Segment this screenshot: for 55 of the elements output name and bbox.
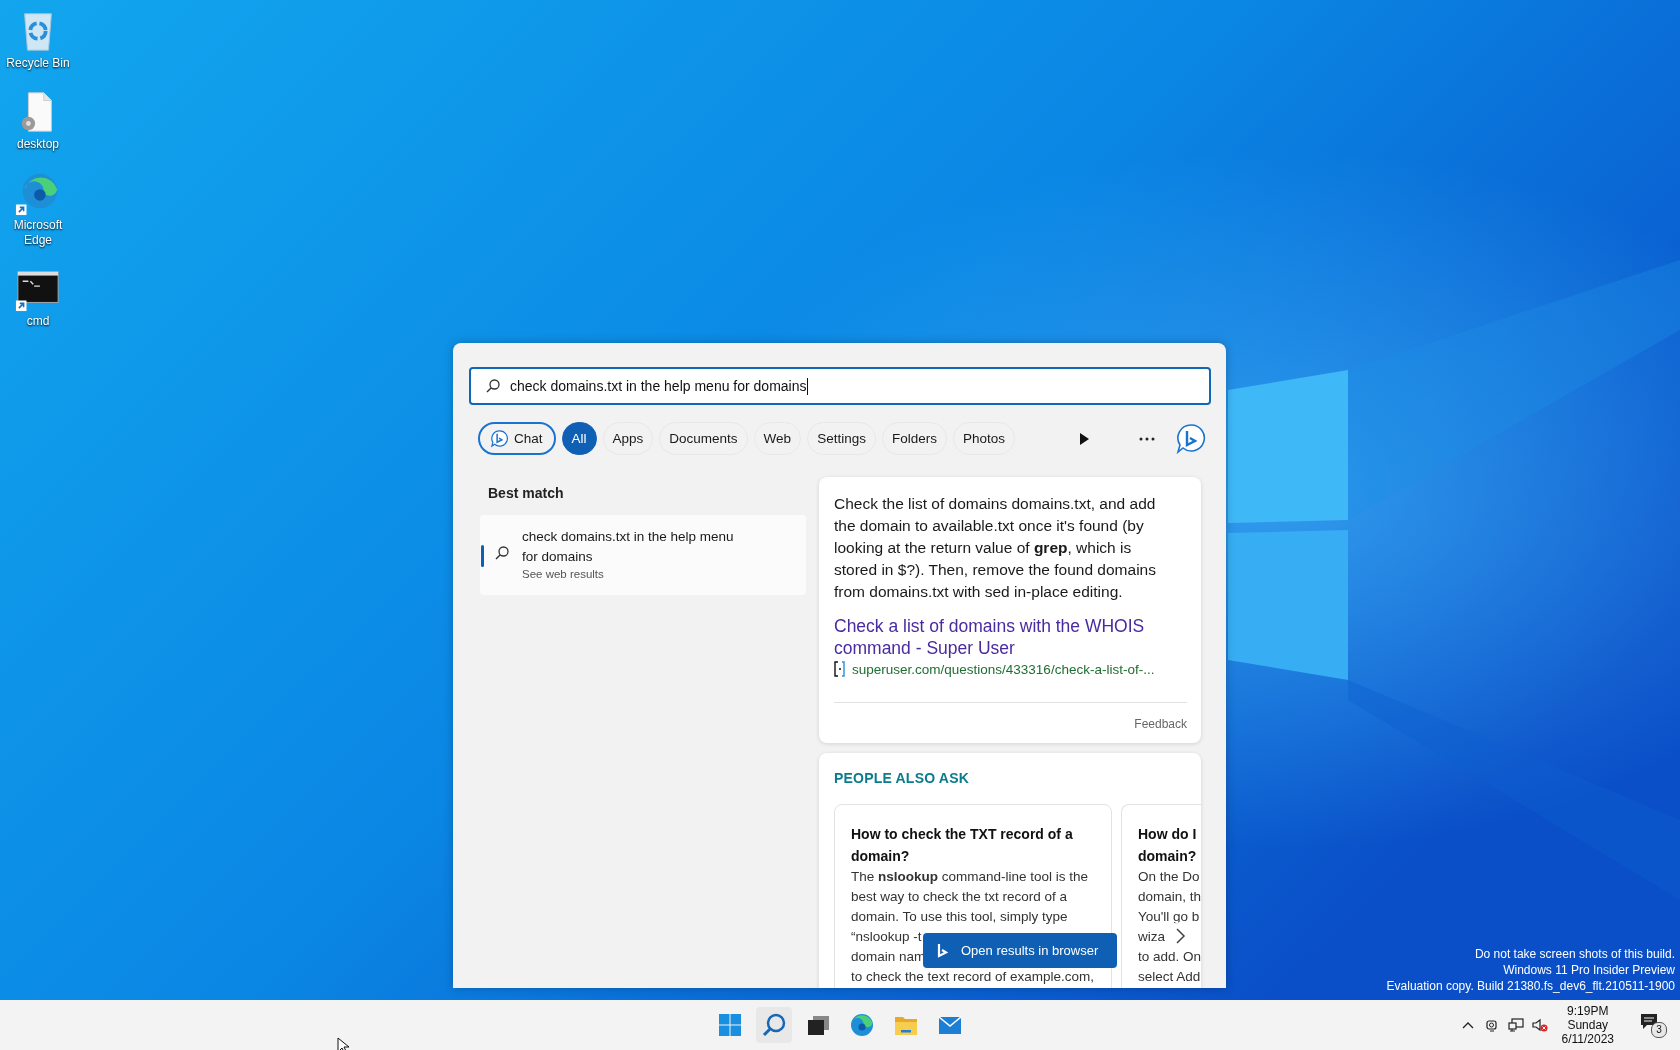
camera-icon[interactable] bbox=[1483, 1017, 1500, 1033]
answer-line: On the Do bbox=[1138, 868, 1200, 886]
watermark-text: Do not take screen shots of this build. bbox=[1474, 946, 1675, 962]
section-heading: PEOPLE ALSO ASK bbox=[834, 770, 970, 786]
watermark-text: Evaluation copy. Build 21380.fs_dev6_flt.210511-1900 bbox=[1386, 978, 1675, 994]
filter-tab[interactable]: All bbox=[561, 422, 597, 455]
result-link[interactable]: Check a list of domains with the WHOIS command - Super User bbox=[834, 615, 1171, 659]
chat-button[interactable]: Chat bbox=[478, 422, 556, 455]
icon-label: cmd bbox=[25, 314, 51, 329]
question-text: How do I bbox=[1138, 825, 1197, 844]
filter-tab[interactable]: Folders bbox=[881, 422, 947, 455]
notification-count: 3 bbox=[1651, 1022, 1667, 1038]
result-item[interactable]: check domains.txt in the help menu for domains See web results bbox=[480, 515, 806, 595]
volume-muted-icon[interactable] bbox=[1531, 1017, 1548, 1033]
question-text: domain? bbox=[851, 847, 910, 866]
icon-label: Microsoft Edge bbox=[12, 218, 64, 248]
open-in-browser-button[interactable]: Open results in browser bbox=[923, 933, 1117, 968]
answer-line: You'll go b bbox=[1138, 908, 1200, 926]
network-icon[interactable] bbox=[1507, 1017, 1524, 1033]
section-heading: Best match bbox=[488, 485, 565, 501]
answer-line: best way to check the txt record of a bbox=[851, 888, 1068, 906]
answer-line: The nslookup command-line tool is the bbox=[851, 868, 1089, 886]
icon-label: Recycle Bin bbox=[5, 56, 71, 71]
clock[interactable]: 9:19PM Sunday 6/11/2023 bbox=[1561, 1004, 1614, 1046]
question-text: How to check the TXT record of a bbox=[851, 825, 1073, 844]
answer-line: domain, th bbox=[1138, 888, 1201, 906]
filter-tab[interactable]: Web bbox=[753, 422, 802, 455]
answer-line: to add. On bbox=[1138, 948, 1201, 966]
answer-text: Check the list of domains domains.txt, and add the domain to available.txt once it's found (by looking at the return value of grep, which is stored in $?). Then, remove the found domains from domains.txt with sed in-place editing. bbox=[834, 494, 1157, 602]
result-title: check domains.txt in the help menu for domains bbox=[522, 528, 735, 566]
search-icon bbox=[485, 378, 501, 394]
chat-bubble-icon bbox=[490, 429, 509, 448]
filter-tab[interactable]: Photos bbox=[952, 422, 1015, 455]
feedback-link[interactable]: Feedback bbox=[1134, 717, 1187, 731]
answer-line: “nslookup -t bbox=[851, 928, 922, 946]
answer-line: domain. To use this tool, simply type bbox=[851, 908, 1068, 926]
search-icon[interactable] bbox=[756, 1007, 792, 1043]
answer-line: select Add bbox=[1138, 968, 1201, 986]
answer-line: to check the text record of example.com, bbox=[851, 968, 1095, 986]
icon-label: desktop bbox=[16, 137, 60, 152]
watermark-text: Windows 11 Pro Insider Preview bbox=[1503, 962, 1675, 978]
more-icon[interactable] bbox=[1139, 436, 1155, 441]
filter-tab[interactable]: Settings bbox=[807, 422, 876, 455]
play-icon[interactable] bbox=[1079, 432, 1089, 445]
bing-logo-icon bbox=[937, 942, 949, 959]
chat-bubble-icon[interactable] bbox=[1175, 422, 1207, 455]
search-field[interactable]: check domains.txt in the help menu for domains bbox=[469, 367, 1211, 405]
question-text: domain? bbox=[1138, 847, 1197, 866]
result-url: superuser.com/questions/433316/check-a-list-of-... bbox=[852, 661, 1155, 677]
result-subtitle: See web results bbox=[522, 568, 605, 580]
web-page-icon bbox=[834, 661, 846, 677]
filter-tab[interactable]: Apps bbox=[602, 422, 654, 455]
filter-tab[interactable]: Documents bbox=[659, 422, 748, 455]
answer-line: wiza bbox=[1138, 928, 1165, 946]
search-icon bbox=[494, 545, 510, 561]
